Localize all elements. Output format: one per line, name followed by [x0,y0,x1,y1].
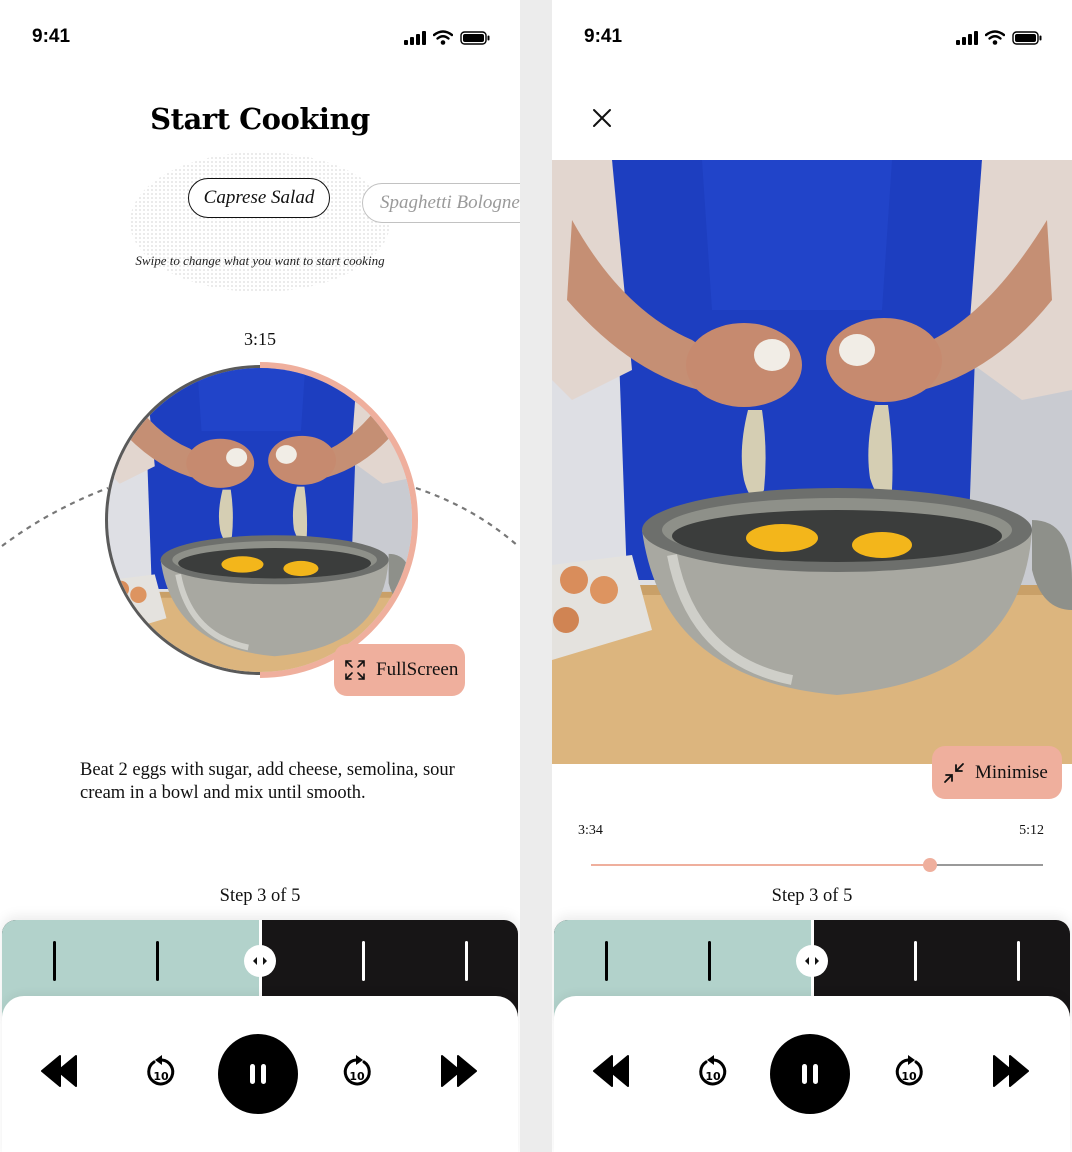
pause-icon [802,1064,818,1084]
minimise-button[interactable]: Minimise [932,746,1062,799]
svg-text:10: 10 [901,1070,917,1083]
forward-10-icon: 10 [343,1055,371,1086]
step-instructions: Beat 2 eggs with sugar, add cheese, semo… [80,760,455,803]
fast-forward-button[interactable] [440,1055,478,1087]
recipe-pill-next[interactable]: Spaghetti Bolognese [362,183,520,223]
video-player[interactable] [552,160,1072,764]
pause-button[interactable] [218,1034,298,1114]
video-image [108,368,412,672]
total-time: 5:12 [1019,823,1044,838]
forward-10-icon: 10 [895,1055,923,1086]
step-tick-5[interactable] [465,941,468,981]
step-tick-1[interactable] [605,941,608,981]
swipe-hint: Swipe to change what you want to start c… [135,253,385,268]
fast-forward-button[interactable] [992,1055,1030,1087]
battery-icon [460,30,490,45]
step-tick-2[interactable] [708,941,711,981]
page-title: Start Cooking [150,102,370,136]
expand-icon [345,660,365,680]
forward-10-button[interactable]: 10 [893,1055,925,1089]
video-progress-thumb[interactable] [923,858,937,872]
wifi-icon [433,30,453,45]
pause-icon [250,1064,266,1084]
fullscreen-button[interactable]: FullScreen [334,644,465,696]
step-tick-4[interactable] [362,941,365,981]
signal-icon [956,30,978,45]
fullscreen-video-screen: 9:41 Minimise 3:34 5:12 Step 3 of 5 10 1… [552,0,1072,1152]
step-tick-5[interactable] [1017,941,1020,981]
close-icon [593,109,611,127]
rewind-button[interactable] [592,1055,630,1087]
fast-forward-icon [993,1055,1029,1087]
rewind-icon [41,1055,77,1087]
carousel-path-left [1,486,109,547]
elapsed-time: 3:34 [578,823,603,838]
video-progress-fill [591,864,930,866]
step-label: Step 3 of 5 [771,886,853,906]
video-progress-bar[interactable] [591,858,1043,872]
minimise-label: Minimise [975,761,1048,783]
rewind-button[interactable] [40,1055,78,1087]
svg-text:10: 10 [349,1070,365,1083]
scrubber-handle[interactable] [244,945,276,977]
carousel-path-right [415,486,519,547]
status-time: 9:41 [584,26,623,47]
svg-text:10: 10 [153,1070,169,1083]
video-image [552,160,1072,764]
status-icons [956,30,1042,45]
status-icons [404,30,490,45]
status-bar: 9:41 [552,0,1072,80]
fast-forward-icon [441,1055,477,1087]
forward-10-button[interactable]: 10 [341,1055,373,1089]
carousel-backdrop [130,152,390,292]
replay-10-button[interactable]: 10 [697,1055,729,1089]
status-bar: 9:41 [0,0,520,80]
status-time: 9:41 [32,26,71,47]
minimise-icon [944,762,964,783]
close-button[interactable] [590,106,614,135]
svg-text:10: 10 [705,1070,721,1083]
scrubber-handle[interactable] [796,945,828,977]
step-tick-1[interactable] [53,941,56,981]
battery-icon [1012,30,1042,45]
wifi-icon [985,30,1005,45]
fullscreen-label: FullScreen [376,659,459,680]
signal-icon [404,30,426,45]
replay-10-button[interactable]: 10 [145,1055,177,1089]
replay-10-icon: 10 [699,1055,727,1086]
rewind-icon [593,1055,629,1087]
step-tick-2[interactable] [156,941,159,981]
drag-arrows-icon [253,957,267,965]
recipe-pill-selected[interactable]: Caprese Salad [188,178,330,218]
step-tick-4[interactable] [914,941,917,981]
replay-10-icon: 10 [147,1055,175,1086]
pause-button[interactable] [770,1034,850,1114]
video-thumbnail[interactable] [108,368,412,672]
step-label: Step 3 of 5 [219,886,301,906]
cooking-screen: 9:41 Start Cooking Caprese Salad Spaghet… [0,0,520,1152]
drag-arrows-icon [805,957,819,965]
